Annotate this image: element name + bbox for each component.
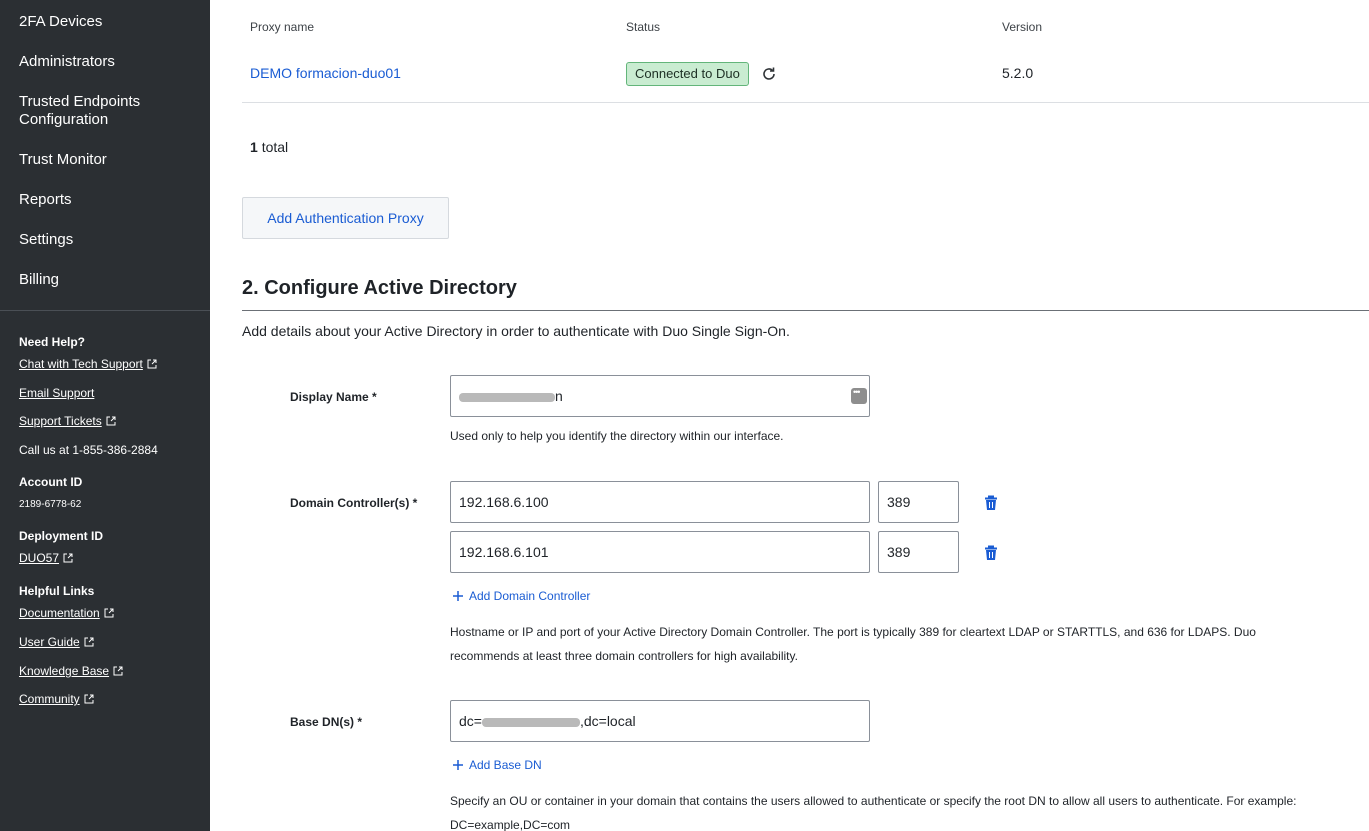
domain-controller-host-2[interactable]: [450, 531, 870, 573]
nav-trusted-endpoints[interactable]: Trusted Endpoints Configuration: [19, 93, 140, 129]
user-guide-label: User Guide: [19, 635, 80, 649]
total-count: 1 total: [250, 139, 288, 155]
trash-icon[interactable]: [984, 545, 998, 561]
deployment-id-heading: Deployment ID: [19, 529, 104, 543]
status-badge: Connected to Duo: [626, 62, 749, 86]
section-title: 2. Configure Active Directory: [242, 277, 517, 299]
user-guide-link[interactable]: User Guide: [19, 635, 94, 649]
account-id-heading: Account ID: [19, 475, 83, 489]
display-name-input[interactable]: n: [450, 375, 870, 417]
domain-controller-host-1[interactable]: [450, 481, 870, 523]
password-manager-icon[interactable]: [851, 384, 867, 404]
external-link-icon: [113, 666, 123, 676]
external-link-icon: [104, 608, 114, 618]
external-link-icon: [106, 416, 116, 426]
external-link-icon: [147, 359, 157, 369]
trash-icon[interactable]: [984, 495, 998, 511]
proxy-name-link[interactable]: DEMO formacion-duo01: [250, 65, 401, 81]
redacted-text: [459, 392, 555, 402]
nav-reports[interactable]: Reports: [19, 191, 72, 209]
domain-controllers-label: Domain Controller(s) *: [290, 496, 418, 510]
knowledge-base-label: Knowledge Base: [19, 664, 110, 678]
add-base-dn-label: Add Base DN: [469, 758, 542, 772]
section-divider: [242, 310, 1369, 311]
support-tickets-link[interactable]: Support Tickets: [19, 414, 116, 428]
base-dn-suffix: ,dc=local: [579, 713, 636, 729]
nav-billing[interactable]: Billing: [19, 271, 59, 289]
main-content: Proxy name Status Version DEMO formacion…: [210, 0, 1369, 831]
section-description: Add details about your Active Directory …: [242, 323, 790, 339]
external-link-icon: [84, 694, 94, 704]
refresh-icon[interactable]: [761, 66, 777, 82]
plus-icon: [453, 591, 463, 601]
account-id-value: 2189-6778-62: [19, 499, 82, 510]
support-tickets-label: Support Tickets: [19, 414, 102, 428]
redacted-text: [481, 717, 580, 727]
col-proxy-name: Proxy name: [250, 20, 315, 34]
deployment-id-link[interactable]: DUO57: [19, 551, 73, 565]
nav-trust-monitor[interactable]: Trust Monitor: [19, 151, 107, 169]
display-name-label: Display Name *: [290, 390, 377, 404]
helpful-links-heading: Helpful Links: [19, 584, 95, 598]
col-version: Version: [1002, 20, 1043, 34]
domain-controller-port-1[interactable]: [878, 481, 959, 523]
base-dn-label: Base DN(s) *: [290, 715, 363, 729]
total-number: 1: [250, 139, 258, 155]
domain-controller-port-2[interactable]: [878, 531, 959, 573]
col-status: Status: [626, 20, 661, 34]
external-link-icon: [63, 553, 73, 563]
total-label: total: [261, 139, 289, 155]
base-dn-prefix: dc=: [459, 713, 482, 729]
domain-controller-help-2: recommends at least three domain control…: [450, 649, 798, 663]
knowledge-base-link[interactable]: Knowledge Base: [19, 664, 123, 678]
external-link-icon: [84, 637, 94, 647]
add-domain-controller-label: Add Domain Controller: [469, 589, 591, 603]
email-support-label: Email Support: [19, 386, 95, 400]
domain-controller-help-1: Hostname or IP and port of your Active D…: [450, 625, 1256, 639]
plus-icon: [453, 760, 463, 770]
nav-administrators[interactable]: Administrators: [19, 53, 115, 71]
chat-support-link[interactable]: Chat with Tech Support: [19, 357, 157, 371]
call-us-text: Call us at 1-855-386-2884: [19, 443, 158, 457]
nav-settings[interactable]: Settings: [19, 231, 73, 249]
community-link[interactable]: Community: [19, 692, 94, 706]
need-help-heading: Need Help?: [19, 335, 86, 349]
email-support-link[interactable]: Email Support: [19, 386, 94, 400]
proxy-version: 5.2.0: [1002, 65, 1034, 81]
add-authentication-proxy-button[interactable]: Add Authentication Proxy: [242, 197, 449, 239]
documentation-link[interactable]: Documentation: [19, 606, 114, 620]
community-label: Community: [19, 692, 80, 706]
nav-2fa-devices[interactable]: 2FA Devices: [19, 13, 102, 31]
deployment-id-label: DUO57: [19, 551, 60, 565]
base-dn-input[interactable]: dc= ,dc=local: [450, 700, 870, 742]
chat-support-label: Chat with Tech Support: [19, 357, 143, 371]
table-row-divider: [242, 102, 1369, 103]
base-dn-help-2: DC=example,DC=com: [450, 818, 571, 831]
sidebar-divider: [0, 310, 210, 311]
documentation-label: Documentation: [19, 606, 100, 620]
add-domain-controller-link[interactable]: Add Domain Controller: [452, 589, 590, 603]
sidebar: 2FA Devices Administrators Trusted Endpo…: [0, 0, 210, 831]
display-name-help: Used only to help you identify the direc…: [450, 429, 784, 443]
add-base-dn-link[interactable]: Add Base DN: [452, 758, 542, 772]
base-dn-help-1: Specify an OU or container in your domai…: [450, 794, 1297, 808]
display-name-visible-text: n: [555, 388, 563, 404]
